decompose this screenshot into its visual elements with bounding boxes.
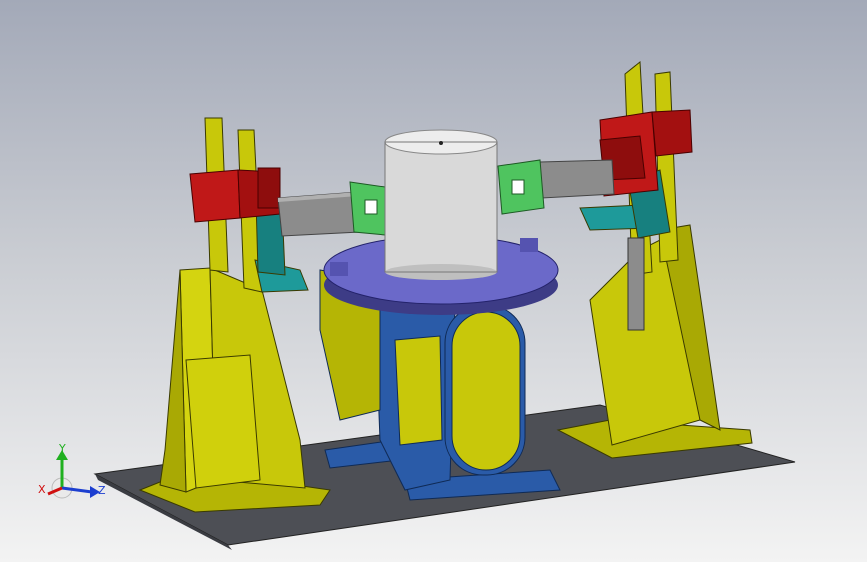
axis-triad: Y Z X — [38, 442, 106, 499]
y-axis-label: Y — [58, 442, 66, 455]
cad-scene[interactable]: Y Z X — [0, 0, 867, 562]
cad-viewport[interactable]: Y Z X — [0, 0, 867, 562]
left-gearbox[interactable] — [189, 167, 281, 223]
z-axis-label: Z — [98, 484, 106, 497]
right-clamp[interactable] — [497, 159, 545, 215]
workpiece-cylinder[interactable] — [384, 129, 498, 280]
x-axis-label: X — [38, 483, 46, 496]
left-arm[interactable] — [277, 191, 361, 237]
right-arm[interactable] — [539, 159, 615, 199]
